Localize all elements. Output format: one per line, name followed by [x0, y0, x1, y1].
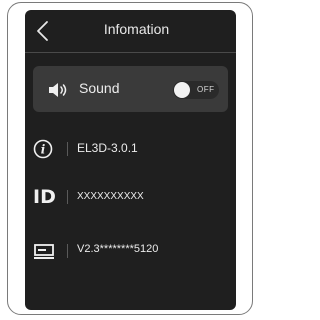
sound-toggle[interactable]: OFF [173, 81, 219, 99]
divider [67, 142, 68, 156]
speaker-icon [48, 82, 70, 98]
svg-text:i: i [41, 143, 46, 157]
page-title: Infomation [103, 21, 170, 37]
divider [67, 190, 68, 204]
id-row: ID XXXXXXXXXX [25, 180, 236, 214]
firmware-value: V2.3********5120 [77, 243, 159, 255]
id-value: XXXXXXXXXX [77, 191, 144, 202]
version-value: EL3D-3.0.1 [77, 141, 138, 155]
divider [67, 244, 68, 258]
device-icon [33, 241, 57, 261]
info-icon: i [33, 139, 57, 159]
sound-label: Sound [79, 80, 120, 96]
id-icon: ID [33, 186, 56, 208]
toggle-state-text: OFF [197, 85, 215, 94]
version-row: i EL3D-3.0.1 [25, 132, 236, 166]
firmware-row: V2.3********5120 [25, 234, 236, 268]
app-screen: Infomation Sound OFF i EL3D-3.0.1 ID XXX… [25, 10, 236, 310]
sound-setting-row: Sound OFF [33, 66, 228, 112]
toggle-knob [174, 82, 190, 98]
header-bar: Infomation [25, 10, 236, 53]
